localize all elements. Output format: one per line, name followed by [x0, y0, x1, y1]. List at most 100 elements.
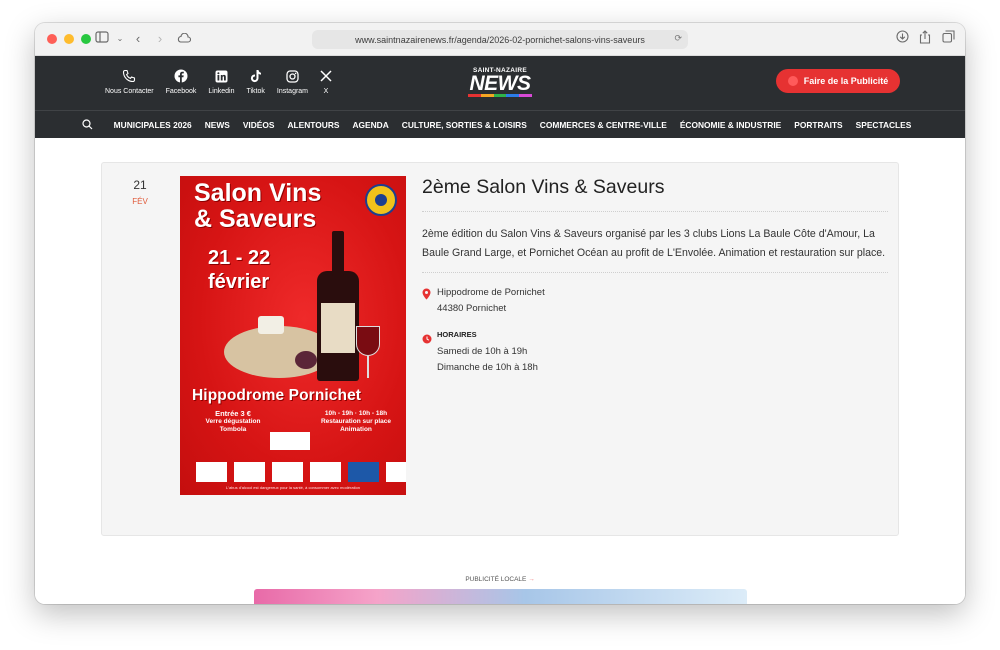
arrow-right-icon: → — [528, 576, 535, 583]
phone-icon — [122, 68, 136, 84]
forward-arrow-icon[interactable]: › — [151, 30, 169, 48]
facebook-icon — [174, 68, 188, 84]
sponsor-logo — [196, 462, 227, 482]
sponsor-logos — [196, 462, 406, 482]
nav-item-culture[interactable]: CULTURE, SORTIES & LOISIRS — [395, 120, 533, 130]
nav-item-economie[interactable]: ÉCONOMIE & INDUSTRIE — [673, 120, 787, 130]
social-label: Linkedin — [208, 88, 235, 95]
poster-info-glass: Verre dégustation — [205, 418, 261, 425]
minimize-window-button[interactable] — [64, 34, 74, 44]
event-month: FÉV — [132, 197, 148, 206]
search-icon[interactable] — [82, 119, 93, 130]
poster-info-hours: 10h - 19h · 10h - 18h — [324, 410, 388, 417]
advertise-button-label: Faire de la Publicité — [803, 76, 889, 86]
social-facebook[interactable]: Facebook — [165, 68, 197, 95]
poster-info-animation: Animation — [340, 426, 372, 433]
linkedin-icon — [215, 68, 228, 84]
tabs-overview-icon[interactable] — [939, 30, 957, 48]
site-header: Nous Contacter Facebook Linkedin Tiktok — [35, 56, 965, 110]
window-controls — [47, 34, 91, 44]
wine-glass-stem — [367, 356, 369, 378]
sponsor-logo — [348, 462, 379, 482]
zoom-window-button[interactable] — [81, 34, 91, 44]
poster-info-left: Entrée 3 € Verre dégustation Tombola — [188, 410, 278, 434]
tiktok-icon — [250, 68, 262, 84]
poster-title-line2: & Saveurs — [194, 205, 317, 233]
poster-info-tombola: Tombola — [219, 426, 247, 433]
local-ad-banner[interactable] — [254, 589, 747, 604]
sponsor-logo — [386, 462, 406, 482]
logo-color-bars — [468, 94, 532, 97]
nav-item-portraits[interactable]: PORTRAITS — [788, 120, 849, 130]
nav-item-municipales[interactable]: MUNICIPALES 2026 — [107, 120, 198, 130]
logo-main-text: NEWS — [469, 72, 532, 95]
social-links: Nous Contacter Facebook Linkedin Tiktok — [105, 68, 332, 95]
share-icon[interactable] — [916, 30, 934, 48]
event-location: Hippodrome de Pornichet 44380 Pornichet — [422, 285, 888, 317]
cheese-illustration — [258, 316, 284, 334]
browser-window: ⌄ ‹ › www.saintnazairenews.fr/agenda/202… — [35, 23, 965, 604]
back-arrow-icon[interactable]: ‹ — [129, 30, 147, 48]
social-label: Instagram — [276, 88, 309, 95]
event-title: 2ème Salon Vins & Saveurs — [422, 176, 888, 212]
poster-dates-line2: février — [208, 271, 270, 293]
reload-icon[interactable]: ⟳ — [674, 33, 682, 44]
hours-text: HORAIRES Samedi de 10h à 19h Dimanche de… — [437, 329, 538, 376]
social-linkedin[interactable]: Linkedin — [208, 68, 234, 95]
local-ad-label: PUBLICITÉ LOCALE → — [35, 576, 965, 583]
site-logo[interactable]: SAINT-NAZAIRE NEWS — [468, 67, 532, 97]
browser-titlebar: ⌄ ‹ › www.saintnazairenews.fr/agenda/202… — [35, 23, 965, 56]
advertise-button[interactable]: Faire de la Publicité — [776, 69, 900, 93]
social-label: X — [323, 88, 329, 95]
close-window-button[interactable] — [47, 34, 57, 44]
instagram-icon — [286, 68, 299, 84]
download-icon[interactable] — [893, 30, 911, 48]
wine-bottle-illustration — [317, 231, 359, 381]
wine-glass-illustration — [356, 326, 380, 356]
main-navigation: MUNICIPALES 2026 NEWS VIDÉOS ALENTOURS A… — [35, 110, 965, 138]
chevron-down-icon[interactable]: ⌄ — [111, 30, 129, 48]
poster-info-right: 10h - 19h · 10h - 18h Restauration sur p… — [310, 410, 402, 434]
clock-icon — [422, 329, 437, 376]
event-poster[interactable]: Salon Vins & Saveurs 21 - 22 février Hip… — [180, 176, 406, 495]
nav-item-alentours[interactable]: ALENTOURS — [281, 120, 346, 130]
social-instagram[interactable]: Instagram — [277, 68, 308, 95]
location-venue: Hippodrome de Pornichet — [437, 287, 545, 298]
event-description: 2ème édition du Salon Vins & Saveurs org… — [422, 212, 888, 273]
social-label: Facebook — [165, 88, 197, 95]
social-contact[interactable]: Nous Contacter — [105, 68, 154, 95]
poster-title: Salon Vins & Saveurs — [194, 180, 321, 232]
nav-item-commerces[interactable]: COMMERCES & CENTRE-VILLE — [533, 120, 673, 130]
nav-item-news[interactable]: NEWS — [198, 120, 236, 130]
address-bar[interactable]: www.saintnazairenews.fr/agenda/2026-02-p… — [312, 30, 688, 49]
record-dot-icon — [787, 76, 798, 86]
poster-venue: Hippodrome Pornichet — [192, 387, 362, 404]
nav-item-videos[interactable]: VIDÉOS — [236, 120, 281, 130]
social-x[interactable]: X — [320, 68, 332, 95]
poster-dates: 21 - 22 février — [208, 246, 270, 294]
nav-item-spectacles[interactable]: SPECTACLES — [849, 120, 918, 130]
poster-footer-warning: L'abus d'alcool est dangereux pour la sa… — [225, 485, 361, 490]
event-info: 2ème Salon Vins & Saveurs 2ème édition d… — [422, 176, 888, 376]
event-card: 21 FÉV Salon Vins & Saveurs 21 - 22 févr… — [101, 162, 899, 536]
event-day: 21 — [133, 178, 147, 192]
hours-sunday: Dimanche de 10h à 18h — [437, 362, 538, 373]
url-text: www.saintnazairenews.fr/agenda/2026-02-p… — [355, 34, 645, 45]
location-text: Hippodrome de Pornichet 44380 Pornichet — [437, 285, 545, 317]
sponsor-logo — [272, 462, 303, 482]
poster-title-line1: Salon Vins — [194, 179, 322, 207]
cloud-icon[interactable] — [175, 30, 193, 48]
poster-dates-line1: 21 - 22 — [208, 247, 271, 269]
lions-club-logo — [365, 184, 397, 216]
sponsor-logo — [310, 462, 341, 482]
hours-heading: HORAIRES — [437, 330, 477, 339]
sidebar-icon[interactable] — [93, 30, 111, 48]
location-city: 44380 Pornichet — [437, 303, 507, 314]
social-label: Tiktok — [246, 88, 265, 95]
x-icon — [320, 68, 332, 84]
social-tiktok[interactable]: Tiktok — [246, 68, 265, 95]
event-hours: HORAIRES Samedi de 10h à 19h Dimanche de… — [422, 329, 888, 376]
hours-saturday: Samedi de 10h à 19h — [437, 346, 528, 357]
poster-info-food: Restauration sur place — [320, 418, 392, 425]
nav-item-agenda[interactable]: AGENDA — [346, 120, 395, 130]
